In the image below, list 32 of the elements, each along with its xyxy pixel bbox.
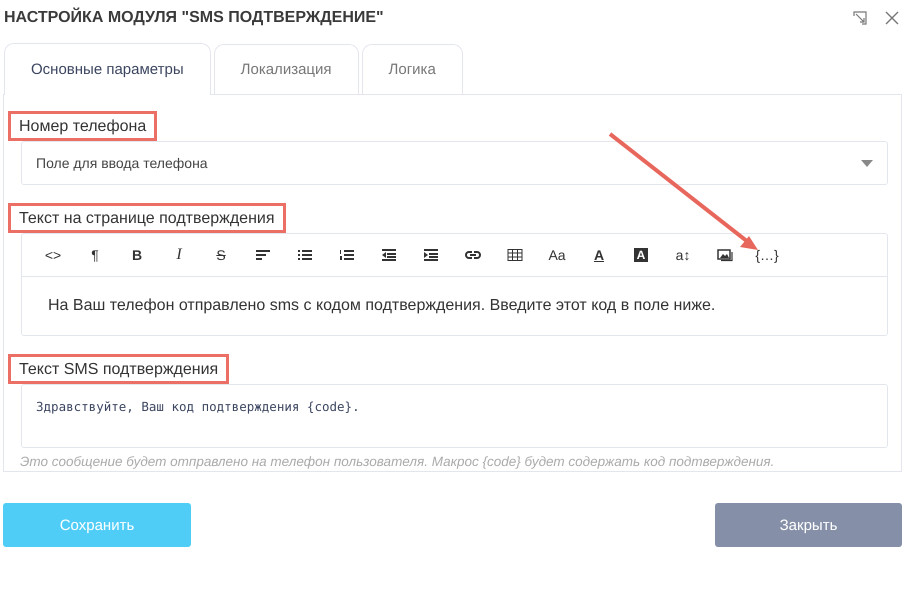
font-color-button[interactable]: A [578,245,620,265]
toolbar-button[interactable]: {…} [746,245,788,265]
toolbar-button[interactable]: ¶ [74,245,116,265]
indent-icon [423,248,439,262]
tab[interactable]: Локализация [214,44,359,94]
numbered-list-icon [339,248,355,262]
outdent-icon [381,248,397,262]
italic-button[interactable]: I [158,245,200,265]
field-label: Текст на странице подтверждения [8,203,286,233]
background-color-button[interactable]: A [620,245,662,265]
field-label: Текст SMS подтверждения [8,354,230,384]
strikethrough-button[interactable]: S [200,245,242,265]
bullet-list-icon [297,248,313,262]
maximize-icon[interactable] [853,11,867,25]
toolbar-button[interactable]: <> [32,245,74,265]
phone-field-select[interactable]: Поле для ввода телефона [21,141,888,185]
link-icon [465,248,481,262]
window-title: НАСТРОЙКА МОДУЛЯ "SMS ПОДТВЕРЖДЕНИЕ" [4,9,385,27]
image-icon [717,248,733,262]
toolbar-button[interactable]: a↕ [662,245,704,265]
editor-text[interactable]: На Ваш телефон отправлено sms с кодом подтверждения. Введите этот код в поле ниже. [22,277,887,335]
sms-text-field[interactable]: Здравствуйте, Ваш код подтверждения {code}. [21,384,888,448]
hint-text: Это сообщение будет отправлено на телефон пользователя. Макрос {code} будет содержать код подтверждения. [20,454,776,469]
tab[interactable]: Основные параметры [4,43,211,95]
caret-icon [861,160,873,166]
field-label: Номер телефона [8,111,158,141]
table-icon [507,248,523,262]
bold-button[interactable]: B [116,245,158,265]
close-icon[interactable] [885,11,899,25]
toolbar-button[interactable]: Aa [536,245,578,265]
tab[interactable]: Логика [362,44,463,94]
align-left-icon [255,248,271,262]
